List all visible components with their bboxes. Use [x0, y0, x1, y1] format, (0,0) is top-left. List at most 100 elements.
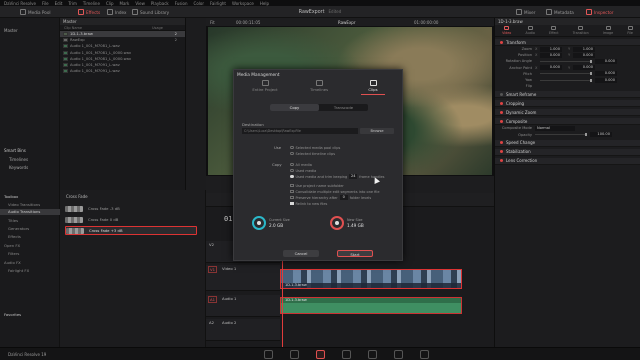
col-usage[interactable]: Usage — [152, 26, 163, 30]
enable-dot-icon[interactable] — [500, 159, 503, 163]
composite-section[interactable]: Composite — [495, 118, 640, 126]
track-header-v1[interactable]: V1 Video 1 — [206, 265, 280, 291]
menu-workspace[interactable]: Workspace — [232, 1, 254, 6]
page-color-icon[interactable] — [368, 350, 377, 359]
composite-mode-select[interactable]: Normal — [535, 125, 575, 131]
enable-dot-icon[interactable] — [500, 40, 503, 44]
effect-item-selected[interactable]: Cross Fade +3 dB — [65, 226, 197, 235]
tab-clips[interactable]: Clips — [359, 80, 387, 98]
prop-value[interactable]: 0.000 — [573, 52, 595, 58]
transform-section[interactable]: Transform — [495, 39, 640, 46]
copy-option-selected[interactable]: Used media and trim keeping 24 frame handl… — [290, 174, 384, 179]
menu-trim[interactable]: Trim — [68, 1, 77, 6]
track-header-a2[interactable]: A2 Audio 2 — [206, 319, 280, 341]
tab-audio[interactable]: Audio — [526, 26, 535, 35]
copy-option[interactable]: All media — [290, 162, 312, 167]
enable-dot-icon[interactable] — [500, 101, 503, 105]
prop-value[interactable]: 1.000 — [573, 46, 595, 52]
page-deliver-icon[interactable] — [420, 350, 429, 359]
prop-value[interactable]: 0.000 — [595, 71, 617, 77]
pitch-slider[interactable] — [540, 72, 592, 76]
page-edit-icon[interactable] — [316, 350, 325, 359]
check-preserve-hierarchy[interactable]: Preserve hierarchy after 0 folder levels — [290, 195, 371, 200]
prop-value[interactable]: 0.000 — [595, 77, 617, 83]
use-option[interactable]: Selected media pool clips — [290, 145, 340, 150]
folder-levels-stepper[interactable]: 0 — [339, 195, 348, 200]
page-fairlight-icon[interactable] — [394, 350, 403, 359]
copy-segment[interactable]: Copy — [270, 104, 319, 111]
check-project-subfolder[interactable]: Use project name subfolder — [290, 183, 344, 188]
yaw-slider[interactable] — [540, 78, 592, 82]
audio-transitions-item[interactable]: Audio Transitions — [0, 209, 60, 215]
effect-item[interactable]: Cross Fade 0 dB — [65, 215, 197, 224]
bin-master[interactable]: Master — [4, 28, 18, 33]
enable-dot-icon[interactable] — [500, 92, 503, 96]
menu-fairlight[interactable]: Fairlight — [210, 1, 226, 6]
enable-dot-icon[interactable] — [500, 150, 503, 154]
menu-help[interactable]: Help — [260, 1, 269, 6]
tab-image[interactable]: Image — [603, 26, 613, 35]
opacity-slider[interactable] — [535, 133, 587, 137]
prop-value[interactable]: 0.000 — [573, 65, 595, 71]
menu-timeline[interactable]: Timeline — [83, 1, 100, 6]
enable-dot-icon[interactable] — [500, 110, 503, 114]
speed-change-section[interactable]: Speed Change — [495, 139, 640, 147]
menu-file[interactable]: File — [42, 1, 49, 6]
media-pool-row[interactable]: Audio 1_001_M7091_L.wav — [60, 68, 185, 74]
check-relink[interactable]: Relink to new files — [290, 201, 327, 206]
menu-mark[interactable]: Mark — [120, 1, 130, 6]
enable-dot-icon[interactable] — [500, 119, 503, 123]
destination-field[interactable]: C:\Users\Luca\Desktop\RawExpFile — [242, 128, 358, 134]
favorites-item[interactable]: Favorites — [4, 312, 21, 317]
page-media-icon[interactable] — [264, 350, 273, 359]
handles-stepper[interactable]: 24 — [349, 174, 358, 179]
rotation-slider[interactable] — [540, 59, 592, 63]
tab-entire-project[interactable]: Entire Project — [251, 80, 279, 98]
menu-fusion[interactable]: Fusion — [175, 1, 188, 6]
inspector-button[interactable]: Inspector — [586, 8, 614, 16]
effects-item[interactable]: Effects — [8, 234, 21, 239]
menu-color[interactable]: Color — [194, 1, 204, 6]
effect-item[interactable]: Cross Fade -3 dB — [65, 204, 197, 213]
menu-edit[interactable]: Edit — [55, 1, 63, 6]
mixer-button[interactable]: Mixer — [516, 8, 535, 16]
menu-view[interactable]: View — [135, 1, 145, 6]
col-clip-name[interactable]: Clip Name — [64, 26, 152, 30]
prop-value[interactable]: 100.00 — [590, 132, 612, 138]
toolbox-item[interactable]: Toolbox — [4, 194, 18, 199]
browse-button[interactable]: Browse — [360, 128, 394, 134]
prop-value[interactable]: 0.000 — [595, 58, 617, 64]
prop-value[interactable]: 1.000 — [540, 46, 562, 52]
copy-option[interactable]: Used media — [290, 168, 316, 173]
page-fusion-icon[interactable] — [342, 350, 351, 359]
start-button[interactable]: Start — [337, 250, 373, 257]
tab-video[interactable]: Video — [502, 26, 511, 35]
check-consolidate[interactable]: Consolidate multiple edit segments into … — [290, 189, 380, 194]
smart-reframe-section[interactable]: Smart Reframe — [495, 91, 640, 99]
cropping-section[interactable]: Cropping — [495, 100, 640, 108]
zoom-fit[interactable]: Fit — [210, 20, 215, 25]
dynamic-zoom-section[interactable]: Dynamic Zoom — [495, 109, 640, 117]
enable-dot-icon[interactable] — [500, 141, 503, 145]
fairlight-fx-item[interactable]: Fairlight FX — [8, 268, 29, 273]
tab-effect[interactable]: Effect — [549, 26, 559, 35]
smart-bin-keywords[interactable]: Keywords — [9, 165, 28, 170]
menu-app[interactable]: DaVinci Resolve — [4, 1, 36, 6]
transcode-segment[interactable]: Transcode — [319, 104, 368, 111]
audio-fx-item[interactable]: Audio FX — [4, 260, 21, 265]
cancel-button[interactable]: Cancel — [283, 250, 319, 257]
track-header-a1[interactable]: A1 Audio 1 — [206, 295, 280, 317]
titles-item[interactable]: Titles — [8, 218, 18, 223]
open-fx-item[interactable]: Open FX — [4, 243, 20, 248]
menu-playback[interactable]: Playback — [151, 1, 169, 6]
lens-correction-section[interactable]: Lens Correction — [495, 157, 640, 165]
page-cut-icon[interactable] — [290, 350, 299, 359]
menu-clip[interactable]: Clip — [106, 1, 114, 6]
metadata-button[interactable]: Metadata — [546, 8, 574, 16]
tab-file[interactable]: File — [627, 26, 633, 35]
tab-transition[interactable]: Transition — [573, 26, 589, 35]
prop-value[interactable]: 0.000 — [540, 52, 562, 58]
filters-item[interactable]: Filters — [8, 251, 19, 256]
prop-value[interactable]: 0.000 — [540, 65, 562, 71]
stabilization-section[interactable]: Stabilization — [495, 148, 640, 156]
